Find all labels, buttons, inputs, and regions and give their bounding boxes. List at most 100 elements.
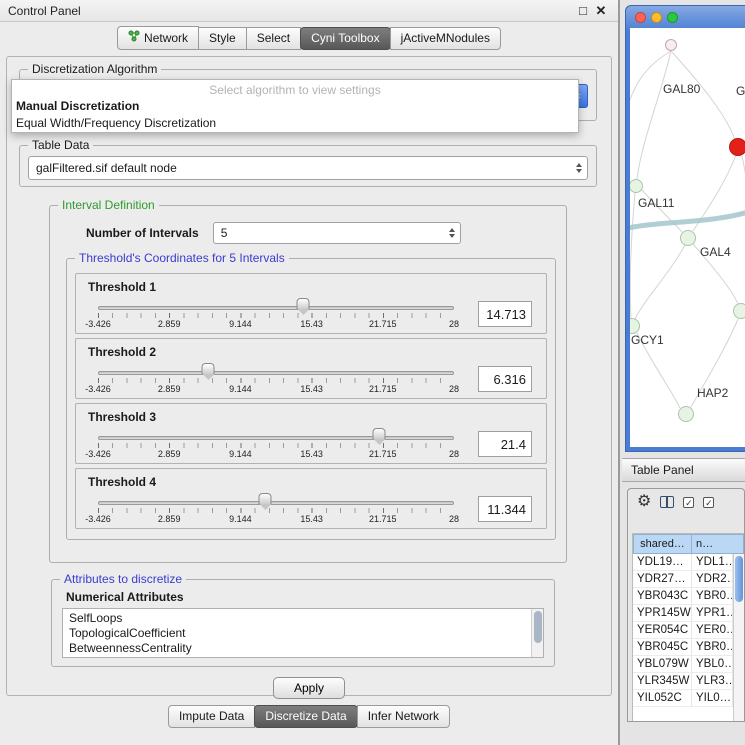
slider-track[interactable] xyxy=(98,306,454,310)
table-cell: YDR2… xyxy=(692,571,733,587)
thresholds-groupbox: Threshold's Coordinates for 5 Intervals … xyxy=(66,258,556,540)
list-scrollbar[interactable] xyxy=(531,609,543,657)
table-panel-header: Table Panel xyxy=(622,458,745,482)
threshold-4-slider[interactable]: -3.4262.8599.14415.4321.71528 xyxy=(98,493,454,525)
table-row[interactable]: YBR045CYBR0… xyxy=(633,639,733,656)
dropdown-option-equal-width[interactable]: Equal Width/Frequency Discretization xyxy=(12,115,578,132)
tick-label: 15.43 xyxy=(300,449,323,459)
network-node[interactable] xyxy=(665,39,677,51)
slider-thumb[interactable] xyxy=(259,493,272,505)
gear-icon[interactable]: ⚙ xyxy=(637,494,651,510)
minimize-traffic-light-icon[interactable] xyxy=(651,12,662,23)
tab-style[interactable]: Style xyxy=(198,27,247,50)
tab-discretize-data[interactable]: Discretize Data xyxy=(254,705,357,728)
algorithm-group-title: Discretization Algorithm xyxy=(28,62,161,76)
threshold-3-slider[interactable]: -3.4262.8599.14415.4321.71528 xyxy=(98,428,454,460)
tick-label: 9.144 xyxy=(229,514,252,524)
tick-label: 21.715 xyxy=(369,514,397,524)
cyni-toolbox-panel: Discretization Algorithm Select algorith… xyxy=(6,56,612,696)
tab-infer-network[interactable]: Infer Network xyxy=(357,705,450,728)
float-window-icon[interactable]: □ xyxy=(574,3,592,18)
tick-label: 2.859 xyxy=(158,384,181,394)
list-item[interactable]: TopologicalCoefficient xyxy=(69,626,529,641)
threshold-1-value-field[interactable]: 14.713 xyxy=(478,301,532,327)
threshold-3-value-field[interactable]: 21.4 xyxy=(478,431,532,457)
column-header-shared-name[interactable]: shared… xyxy=(633,534,692,554)
network-node[interactable] xyxy=(729,138,745,156)
apply-button[interactable]: Apply xyxy=(273,677,345,699)
list-scrollbar-thumb[interactable] xyxy=(534,611,542,643)
tick-label: 2.859 xyxy=(158,514,181,524)
select-column-checkbox-icon[interactable]: ✓ xyxy=(703,497,714,508)
tab-cyni-toolbox[interactable]: Cyni Toolbox xyxy=(300,27,390,50)
table-data-value: galFiltered.sif default node xyxy=(36,161,177,175)
threshold-1-slider[interactable]: -3.4262.8599.14415.4321.71528 xyxy=(98,298,454,330)
threshold-3-panel: Threshold 3 -3.4262.8599.14415.4321.7152… xyxy=(75,403,547,464)
tab-jactivemnodules[interactable]: jActiveMNodules xyxy=(390,27,501,50)
control-panel-titlebar: Control Panel □ ✕ xyxy=(0,0,618,22)
number-of-intervals-label: Number of Intervals xyxy=(86,226,199,240)
threshold-2-slider[interactable]: -3.4262.8599.14415.4321.71528 xyxy=(98,363,454,395)
tick-label: 2.859 xyxy=(158,319,181,329)
dropdown-option-manual-discretization[interactable]: Manual Discretization xyxy=(12,98,578,115)
table-row[interactable]: YDL19…YDL1… xyxy=(633,554,733,571)
combobox-arrows-icon xyxy=(449,223,455,243)
select-all-checkbox-icon[interactable]: ✓ xyxy=(683,497,694,508)
numerical-attributes-label: Numerical Attributes xyxy=(66,590,544,604)
combobox-arrows-icon xyxy=(576,157,582,179)
table-row[interactable]: YIL052CYIL0… xyxy=(633,690,733,707)
network-node-label: GAL80 xyxy=(663,82,700,96)
slider-thumb[interactable] xyxy=(202,363,215,375)
slider-ticks xyxy=(98,443,454,448)
close-traffic-light-icon[interactable] xyxy=(635,12,646,23)
table-cell: YER0… xyxy=(692,622,733,638)
close-icon[interactable]: ✕ xyxy=(592,3,610,19)
slider-track[interactable] xyxy=(98,436,454,440)
tick-label: -3.426 xyxy=(85,514,111,524)
tab-select[interactable]: Select xyxy=(246,27,301,50)
zoom-traffic-light-icon[interactable] xyxy=(667,12,678,23)
slider-ticks xyxy=(98,313,454,318)
network-node[interactable] xyxy=(733,303,745,319)
tick-label: 21.715 xyxy=(369,319,397,329)
columns-icon[interactable] xyxy=(660,496,674,508)
network-canvas[interactable]: GAL80GAL8GAL11GAL4GCY1HAP2 xyxy=(630,28,745,447)
threshold-2-value-field[interactable]: 6.316 xyxy=(478,366,532,392)
slider-tick-labels: -3.4262.8599.14415.4321.71528 xyxy=(98,384,454,395)
network-node[interactable] xyxy=(680,230,696,246)
table-scrollbar-thumb[interactable] xyxy=(735,556,743,602)
tick-label: 9.144 xyxy=(229,384,252,394)
table-row[interactable]: YDR27…YDR2… xyxy=(633,571,733,588)
threshold-1-panel: Threshold 1 -3.4262.8599.14415.4321.7152… xyxy=(75,273,547,334)
table-scrollbar[interactable] xyxy=(733,554,744,721)
tick-label: 28 xyxy=(449,384,459,394)
tab-label: Cyni Toolbox xyxy=(311,31,379,45)
list-item[interactable]: SelfLoops xyxy=(69,611,529,626)
tick-label: 9.144 xyxy=(229,319,252,329)
table-row[interactable]: YPR145WYPR1… xyxy=(633,605,733,622)
slider-track[interactable] xyxy=(98,371,454,375)
table-cell: YBR043C xyxy=(633,588,692,604)
slider-track[interactable] xyxy=(98,501,454,505)
table-row[interactable]: YER054CYER0… xyxy=(633,622,733,639)
threshold-4-value-field[interactable]: 11.344 xyxy=(478,496,532,522)
network-node[interactable] xyxy=(678,406,694,422)
tab-label: Discretize Data xyxy=(265,709,346,723)
table-cell: YIL0… xyxy=(692,690,733,706)
table-row[interactable]: YBL079WYBL0… xyxy=(633,656,733,673)
slider-thumb[interactable] xyxy=(297,298,310,310)
tab-label: Infer Network xyxy=(368,709,439,723)
table-row[interactable]: YBR043CYBR0… xyxy=(633,588,733,605)
list-item[interactable]: BetweennessCentrality xyxy=(69,641,529,656)
number-of-intervals-combobox[interactable]: 5 xyxy=(213,222,461,244)
table-data-combobox[interactable]: galFiltered.sif default node xyxy=(28,156,588,180)
control-panel-window: Control Panel □ ✕ Network Style Select xyxy=(0,0,620,745)
network-tab-icon xyxy=(128,30,140,45)
slider-thumb[interactable] xyxy=(373,428,386,440)
tab-network[interactable]: Network xyxy=(117,26,199,50)
numerical-attributes-list[interactable]: SelfLoopsTopologicalCoefficientBetweenne… xyxy=(62,608,544,658)
column-header-name[interactable]: n… xyxy=(692,534,744,554)
tab-impute-data[interactable]: Impute Data xyxy=(168,705,255,728)
table-data-groupbox: Table Data galFiltered.sif default node xyxy=(19,145,597,187)
table-row[interactable]: YLR345WYLR3… xyxy=(633,673,733,690)
